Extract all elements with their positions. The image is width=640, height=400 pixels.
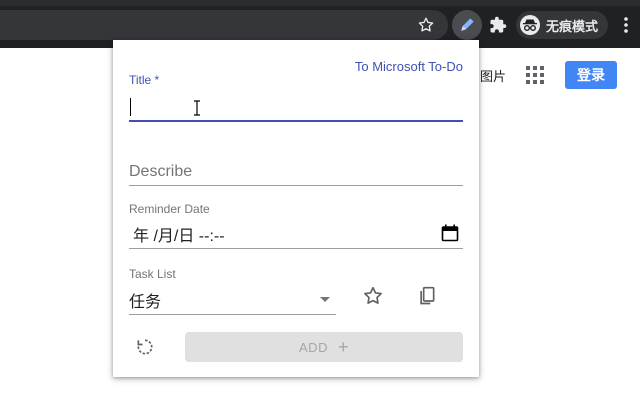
login-button[interactable]: 登录	[565, 61, 617, 89]
images-link[interactable]: 图片	[480, 66, 506, 85]
title-input[interactable]	[129, 92, 463, 122]
calendar-icon[interactable]	[441, 224, 459, 242]
describe-input[interactable]	[129, 158, 463, 186]
todo-extension-pen-icon[interactable]	[452, 10, 482, 40]
text-caret	[130, 98, 131, 116]
ibeam-cursor-icon	[193, 100, 201, 121]
reminder-date-input[interactable]: 年 /月/日 --:--	[129, 220, 463, 249]
task-list-value: 任务	[129, 293, 162, 311]
restore-icon[interactable]	[133, 335, 157, 359]
puzzle-icon[interactable]	[486, 13, 510, 37]
address-bar[interactable]	[0, 10, 448, 40]
more-vert-icon[interactable]	[614, 13, 638, 37]
incognito-badge[interactable]: 无痕模式	[516, 11, 608, 39]
add-button[interactable]: ADD +	[185, 332, 463, 362]
reminder-date-label: Reminder Date	[129, 202, 210, 216]
title-label: Title *	[129, 73, 160, 87]
star-icon[interactable]	[361, 284, 385, 308]
apps-grid-icon[interactable]	[526, 66, 544, 84]
task-list-label: Task List	[129, 267, 176, 281]
add-button-label: ADD	[299, 339, 328, 355]
reminder-date-value: 年 /月/日 --:--	[133, 228, 225, 245]
bookmark-star-icon[interactable]	[414, 13, 438, 37]
dropdown-arrow-icon	[320, 297, 330, 302]
task-list-select[interactable]: 任务	[129, 285, 336, 315]
plus-icon: +	[337, 337, 349, 357]
copy-icon[interactable]	[415, 284, 439, 308]
to-microsoft-todo-link[interactable]: To Microsoft To-Do	[355, 59, 463, 74]
incognito-label: 无痕模式	[546, 18, 599, 34]
todo-popup: To Microsoft To-Do Title * Reminder Date…	[113, 40, 479, 377]
tab-strip	[0, 0, 640, 6]
incognito-icon	[520, 15, 540, 35]
